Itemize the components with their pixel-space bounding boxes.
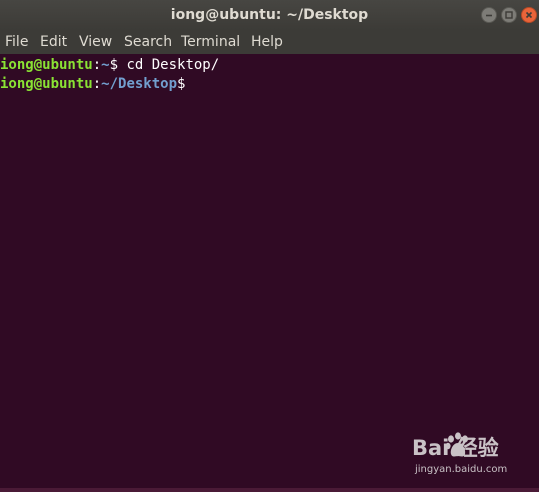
terminal-line: iong@ubuntu:~/Desktop$ xyxy=(0,75,185,94)
window-bottom-border xyxy=(0,488,539,492)
prompt-symbol: $ xyxy=(177,76,186,92)
prompt-path: ~ xyxy=(101,57,110,73)
menu-help[interactable]: Help xyxy=(251,34,283,50)
baidu-paw-icon xyxy=(445,432,468,457)
square-icon xyxy=(505,11,513,19)
menu-search[interactable]: Search xyxy=(124,34,172,50)
command-text: cd Desktop/ xyxy=(126,57,220,73)
terminal-window: iong@ubuntu: ~/Desktop File Edit View Se… xyxy=(0,0,539,492)
minimize-button[interactable] xyxy=(481,7,497,23)
menu-view[interactable]: View xyxy=(79,34,112,50)
menu-bar: File Edit View Search Terminal Help xyxy=(0,30,539,54)
x-icon xyxy=(525,11,533,19)
prompt-user: iong@ubuntu xyxy=(0,57,93,73)
prompt-symbol: $ xyxy=(109,57,127,73)
menu-file[interactable]: File xyxy=(5,34,28,50)
menu-terminal[interactable]: Terminal xyxy=(181,34,240,50)
prompt-user: iong@ubuntu xyxy=(0,76,93,92)
prompt-path: ~/Desktop xyxy=(101,76,178,92)
terminal-output[interactable]: iong@ubuntu:~$ cd Desktop/ iong@ubuntu:~… xyxy=(0,54,539,492)
baidu-watermark: Bai 经验 jingyan.baidu.com xyxy=(412,430,537,482)
window-title: iong@ubuntu: ~/Desktop xyxy=(170,7,369,23)
minus-icon xyxy=(486,14,492,17)
terminal-line: iong@ubuntu:~$ cd Desktop/ xyxy=(0,56,219,75)
prompt-separator: : xyxy=(92,76,102,92)
prompt-separator: : xyxy=(92,57,102,73)
maximize-button[interactable] xyxy=(501,7,517,23)
menu-edit[interactable]: Edit xyxy=(40,34,67,50)
title-bar[interactable]: iong@ubuntu: ~/Desktop xyxy=(0,0,539,30)
close-button[interactable] xyxy=(521,7,537,23)
watermark-url: jingyan.baidu.com xyxy=(415,464,508,475)
